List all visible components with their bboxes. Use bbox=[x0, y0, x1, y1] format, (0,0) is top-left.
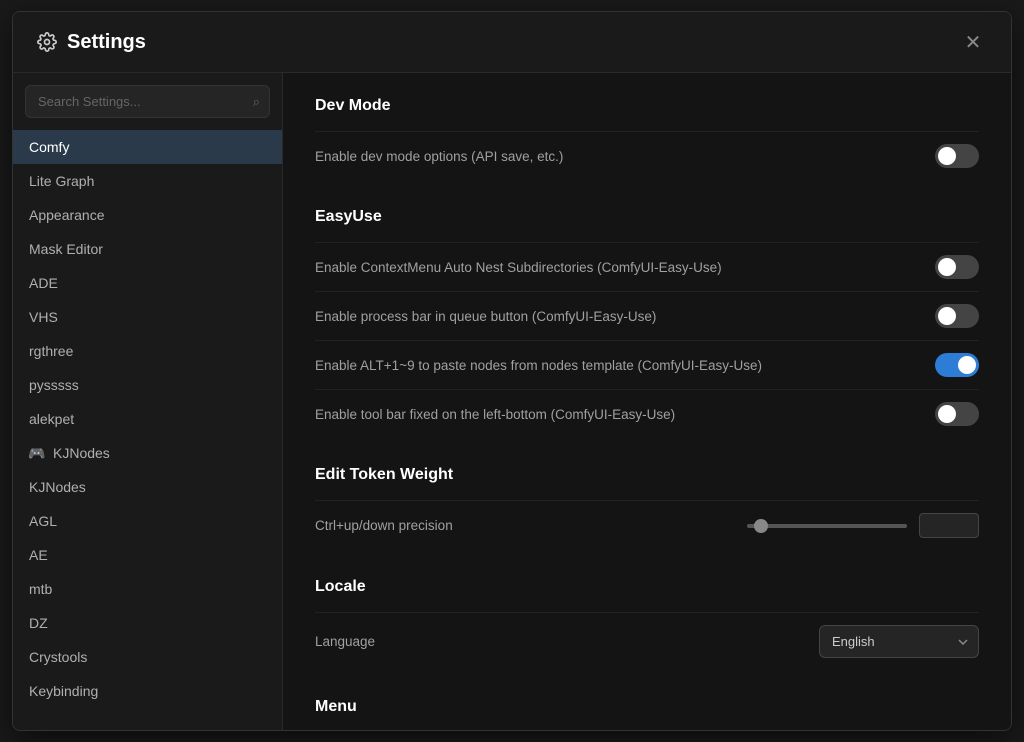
sidebar-item-ade[interactable]: ADE bbox=[13, 266, 282, 300]
setting-label-process-bar: Enable process bar in queue button (Comf… bbox=[315, 309, 656, 324]
search-icon: ⌕ bbox=[253, 94, 260, 110]
sidebar-item-pysssss[interactable]: pysssss bbox=[13, 368, 282, 402]
setting-label-enable-dev-mode: Enable dev mode options (API save, etc.) bbox=[315, 149, 563, 164]
setting-row-process-bar: Enable process bar in queue button (Comf… bbox=[315, 291, 979, 340]
setting-label-toolbar-fixed: Enable tool bar fixed on the left-bottom… bbox=[315, 407, 675, 422]
setting-row-language: Language English Chinese Japanese Korean… bbox=[315, 612, 979, 670]
precision-slider[interactable] bbox=[747, 524, 907, 528]
sidebar-item-keybinding[interactable]: Keybinding bbox=[13, 674, 282, 708]
sidebar-item-label: rgthree bbox=[29, 343, 73, 359]
search-input[interactable] bbox=[25, 85, 270, 118]
setting-row-alt-paste: Enable ALT+1~9 to paste nodes from nodes… bbox=[315, 340, 979, 389]
gear-icon bbox=[37, 32, 57, 52]
toggle-process-bar[interactable] bbox=[935, 304, 979, 328]
section-title-easy-use: EasyUse bbox=[315, 208, 979, 226]
settings-modal: Settings ✕ ⌕ Comfy Lite Graph Appearance bbox=[12, 11, 1012, 731]
sidebar-item-label: Comfy bbox=[29, 139, 69, 155]
title-group: Settings bbox=[37, 31, 146, 54]
sidebar-item-label: Mask Editor bbox=[29, 241, 103, 257]
setting-row-precision: Ctrl+up/down precision 0.05 bbox=[315, 500, 979, 550]
section-title-menu: Menu bbox=[315, 698, 979, 716]
sidebar-item-label: VHS bbox=[29, 309, 58, 325]
sidebar-item-label: Keybinding bbox=[29, 683, 98, 699]
sidebar-item-mtb[interactable]: mtb bbox=[13, 572, 282, 606]
section-easy-use: EasyUse Enable ContextMenu Auto Nest Sub… bbox=[315, 208, 979, 438]
setting-label-language: Language bbox=[315, 634, 375, 649]
close-button[interactable]: ✕ bbox=[959, 28, 987, 56]
setting-row-enable-dev-mode: Enable dev mode options (API save, etc.) bbox=[315, 131, 979, 180]
toggle-alt-paste[interactable] bbox=[935, 353, 979, 377]
precision-value-input[interactable]: 0.05 bbox=[919, 513, 979, 538]
sidebar-item-label: AE bbox=[29, 547, 48, 563]
sidebar-item-label: ADE bbox=[29, 275, 58, 291]
sidebar-item-label: alekpet bbox=[29, 411, 74, 427]
language-select[interactable]: English Chinese Japanese Korean French G… bbox=[819, 625, 979, 658]
toggle-slider-enable-dev-mode bbox=[935, 144, 979, 168]
sidebar-nav: Comfy Lite Graph Appearance Mask Editor … bbox=[13, 126, 282, 730]
setting-label-alt-paste: Enable ALT+1~9 to paste nodes from nodes… bbox=[315, 358, 762, 373]
toggle-toolbar-fixed[interactable] bbox=[935, 402, 979, 426]
section-title-edit-token-weight: Edit Token Weight bbox=[315, 466, 979, 484]
sidebar-item-dz[interactable]: DZ bbox=[13, 606, 282, 640]
toggle-context-menu[interactable] bbox=[935, 255, 979, 279]
toggle-slider-alt-paste bbox=[935, 353, 979, 377]
toggle-slider-process-bar bbox=[935, 304, 979, 328]
sidebar-item-label: pysssss bbox=[29, 377, 79, 393]
setting-label-context-menu: Enable ContextMenu Auto Nest Subdirector… bbox=[315, 260, 722, 275]
setting-row-toolbar-fixed: Enable tool bar fixed on the left-bottom… bbox=[315, 389, 979, 438]
sidebar-item-label: KJNodes bbox=[53, 445, 110, 461]
sidebar-item-kjnodes-icon[interactable]: 🎮 KJNodes bbox=[13, 436, 282, 470]
sidebar-item-kjnodes[interactable]: KJNodes bbox=[13, 470, 282, 504]
setting-label-precision: Ctrl+up/down precision bbox=[315, 518, 453, 533]
sidebar-item-crystools[interactable]: Crystools bbox=[13, 640, 282, 674]
setting-row-context-menu: Enable ContextMenu Auto Nest Subdirector… bbox=[315, 242, 979, 291]
section-title-locale: Locale bbox=[315, 578, 979, 596]
sidebar-item-label: mtb bbox=[29, 581, 52, 597]
sidebar-item-label: Lite Graph bbox=[29, 173, 94, 189]
sidebar-item-label: Appearance bbox=[29, 207, 105, 223]
sidebar-item-rgthree[interactable]: rgthree bbox=[13, 334, 282, 368]
kjnodes-icon: 🎮 bbox=[29, 445, 45, 461]
section-locale: Locale Language English Chinese Japanese… bbox=[315, 578, 979, 670]
sidebar-item-appearance[interactable]: Appearance bbox=[13, 198, 282, 232]
section-edit-token-weight: Edit Token Weight Ctrl+up/down precision… bbox=[315, 466, 979, 550]
sidebar-item-comfy[interactable]: Comfy bbox=[13, 130, 282, 164]
sidebar-item-mask-editor[interactable]: Mask Editor bbox=[13, 232, 282, 266]
sidebar-item-agl[interactable]: AGL bbox=[13, 504, 282, 538]
section-title-dev-mode: Dev Mode bbox=[315, 97, 979, 115]
sidebar-item-label: DZ bbox=[29, 615, 48, 631]
toggle-slider-context-menu bbox=[935, 255, 979, 279]
sidebar-item-vhs[interactable]: VHS bbox=[13, 300, 282, 334]
sidebar: ⌕ Comfy Lite Graph Appearance Mask Edito… bbox=[13, 73, 283, 730]
modal-body: ⌕ Comfy Lite Graph Appearance Mask Edito… bbox=[13, 73, 1011, 730]
section-menu: Menu Use new menu Top Bottom Disabled bbox=[315, 698, 979, 730]
section-dev-mode: Dev Mode Enable dev mode options (API sa… bbox=[315, 97, 979, 180]
sidebar-item-label: KJNodes bbox=[29, 479, 86, 495]
toggle-slider-toolbar-fixed bbox=[935, 402, 979, 426]
modal-header: Settings ✕ bbox=[13, 12, 1011, 73]
toggle-enable-dev-mode[interactable] bbox=[935, 144, 979, 168]
sidebar-item-label: AGL bbox=[29, 513, 57, 529]
sidebar-item-label: Crystools bbox=[29, 649, 87, 665]
search-box: ⌕ bbox=[25, 85, 270, 118]
precision-controls: 0.05 bbox=[747, 513, 979, 538]
main-content: Dev Mode Enable dev mode options (API sa… bbox=[283, 73, 1011, 730]
modal-title: Settings bbox=[67, 31, 146, 54]
sidebar-item-ae[interactable]: AE bbox=[13, 538, 282, 572]
sidebar-item-alekpet[interactable]: alekpet bbox=[13, 402, 282, 436]
sidebar-item-lite-graph[interactable]: Lite Graph bbox=[13, 164, 282, 198]
